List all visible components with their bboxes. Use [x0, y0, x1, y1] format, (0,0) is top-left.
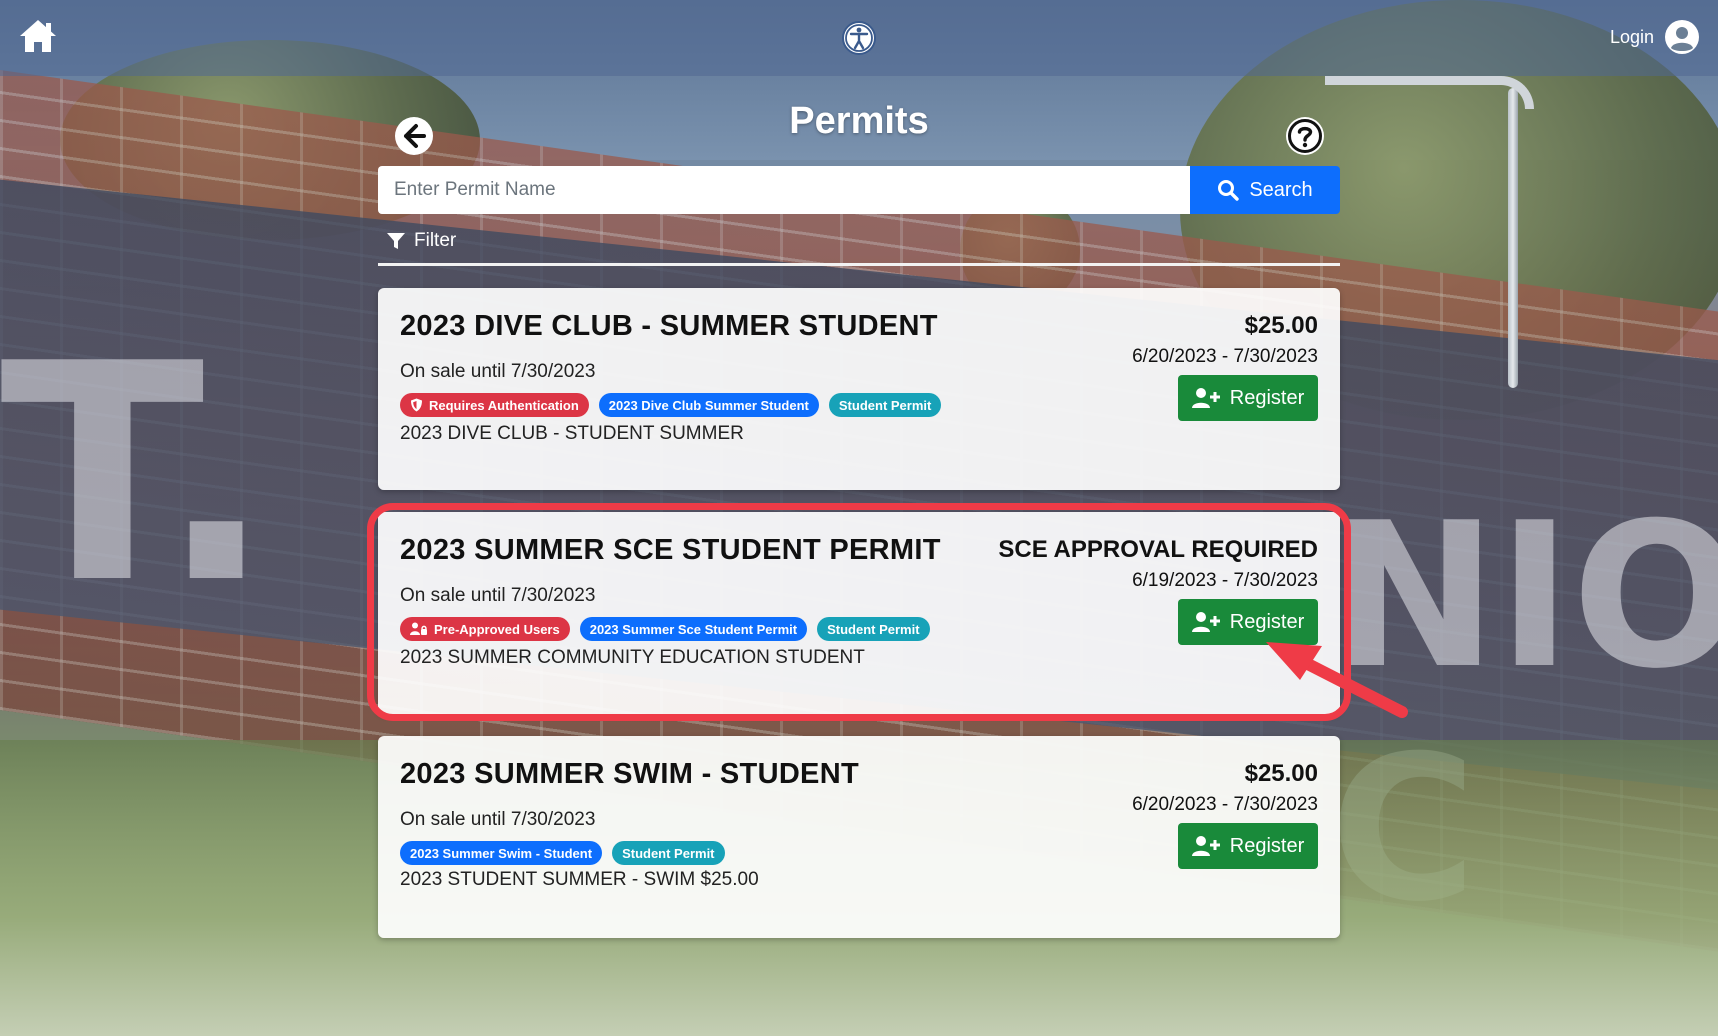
register-label: Register [1229, 386, 1305, 409]
tag-permit-name: 2023 Dive Club Summer Student [598, 393, 819, 417]
tag-student-permit: Student Permit [817, 617, 930, 641]
permit-dates: 6/20/2023 - 7/30/2023 [1132, 794, 1318, 815]
top-bar: Login [0, 0, 1718, 76]
permit-card: 2023 DIVE CLUB - SUMMER STUDENT On sale … [378, 288, 1340, 490]
question-circle-icon[interactable] [1285, 116, 1325, 156]
login-label: Login [1609, 26, 1654, 47]
divider [378, 263, 1340, 266]
tag-label: 2023 Summer Swim - Student [410, 845, 593, 861]
permit-title: 2023 SUMMER SCE STUDENT PERMIT [400, 534, 941, 566]
tag-permit-name: 2023 Summer Swim - Student [400, 841, 603, 865]
permit-card: 2023 SUMMER SCE STUDENT PERMIT On sale u… [378, 512, 1340, 714]
filter-toggle[interactable]: Filter [386, 226, 456, 256]
permit-title: 2023 SUMMER SWIM - STUDENT [400, 758, 859, 790]
permit-tags: 2023 Summer Swim - Student Student Permi… [400, 841, 725, 865]
home-icon[interactable] [18, 18, 58, 54]
permit-approval-notice: SCE APPROVAL REQUIRED [998, 536, 1318, 563]
funnel-icon [387, 233, 405, 249]
register-button[interactable]: Register [1178, 375, 1318, 421]
search-icon [1218, 180, 1240, 201]
user-plus-icon [1191, 612, 1220, 632]
permit-dates: 6/19/2023 - 7/30/2023 [1132, 570, 1318, 591]
permit-tags: Pre-Approved Users 2023 Summer Sce Stude… [400, 617, 930, 641]
permit-price: $25.00 [1244, 760, 1318, 787]
lamp-arm [1325, 76, 1534, 109]
search-button[interactable]: Search [1190, 166, 1340, 214]
permit-tags: Requires Authentication 2023 Dive Club S… [400, 393, 942, 417]
permit-sale-date: On sale until 7/30/2023 [400, 585, 596, 606]
page-title: Permits [789, 100, 929, 142]
user-circle-icon [1665, 20, 1699, 54]
tag-student-permit: Student Permit [612, 841, 725, 865]
user-plus-icon [1191, 388, 1220, 408]
lamp-pole [1508, 88, 1518, 388]
users-lock-icon [410, 622, 427, 635]
search-input[interactable] [378, 166, 1190, 214]
shield-icon [411, 398, 422, 412]
main-content: Permits Search Filter 2023 DIVE CLUB - S… [378, 76, 1340, 1036]
permit-dates: 6/20/2023 - 7/30/2023 [1132, 346, 1318, 367]
permit-description: 2023 DIVE CLUB - STUDENT SUMMER [400, 423, 744, 444]
accessibility-icon[interactable] [841, 20, 877, 56]
sign-letters: T. [0, 300, 274, 649]
permit-price: $25.00 [1244, 312, 1318, 339]
permit-title: 2023 DIVE CLUB - SUMMER STUDENT [400, 310, 938, 342]
filter-label: Filter [414, 230, 457, 251]
tag-permit-name: 2023 Summer Sce Student Permit [579, 617, 808, 641]
permit-sale-date: On sale until 7/30/2023 [400, 809, 596, 830]
tag-label: Pre-Approved Users [434, 621, 560, 637]
permit-description: 2023 STUDENT SUMMER - SWIM $25.00 [400, 869, 759, 890]
tag-label: Requires Authentication [429, 397, 579, 413]
tag-label: Student Permit [838, 397, 932, 413]
search-bar: Search [378, 166, 1340, 214]
tag-label: Student Permit [827, 621, 920, 637]
register-button[interactable]: Register [1178, 823, 1318, 869]
permit-sale-date: On sale until 7/30/2023 [400, 361, 596, 382]
tag-label: 2023 Dive Club Summer Student [608, 397, 809, 413]
register-button[interactable]: Register [1178, 599, 1318, 645]
tag-requires-authentication: Requires Authentication [400, 393, 589, 417]
register-label: Register [1229, 834, 1305, 857]
tag-student-permit: Student Permit [828, 393, 942, 417]
tag-label: Student Permit [622, 845, 715, 861]
page-header: Permits [378, 76, 1340, 156]
permit-description: 2023 SUMMER COMMUNITY EDUCATION STUDENT [400, 647, 865, 668]
register-label: Register [1229, 610, 1305, 633]
login-button[interactable]: Login [1610, 18, 1700, 56]
search-button-label: Search [1249, 178, 1313, 201]
tag-pre-approved-users: Pre-Approved Users [400, 617, 570, 641]
permit-card: 2023 SUMMER SWIM - STUDENT On sale until… [378, 736, 1340, 938]
user-plus-icon [1191, 836, 1220, 856]
tag-label: 2023 Summer Sce Student Permit [589, 621, 798, 637]
